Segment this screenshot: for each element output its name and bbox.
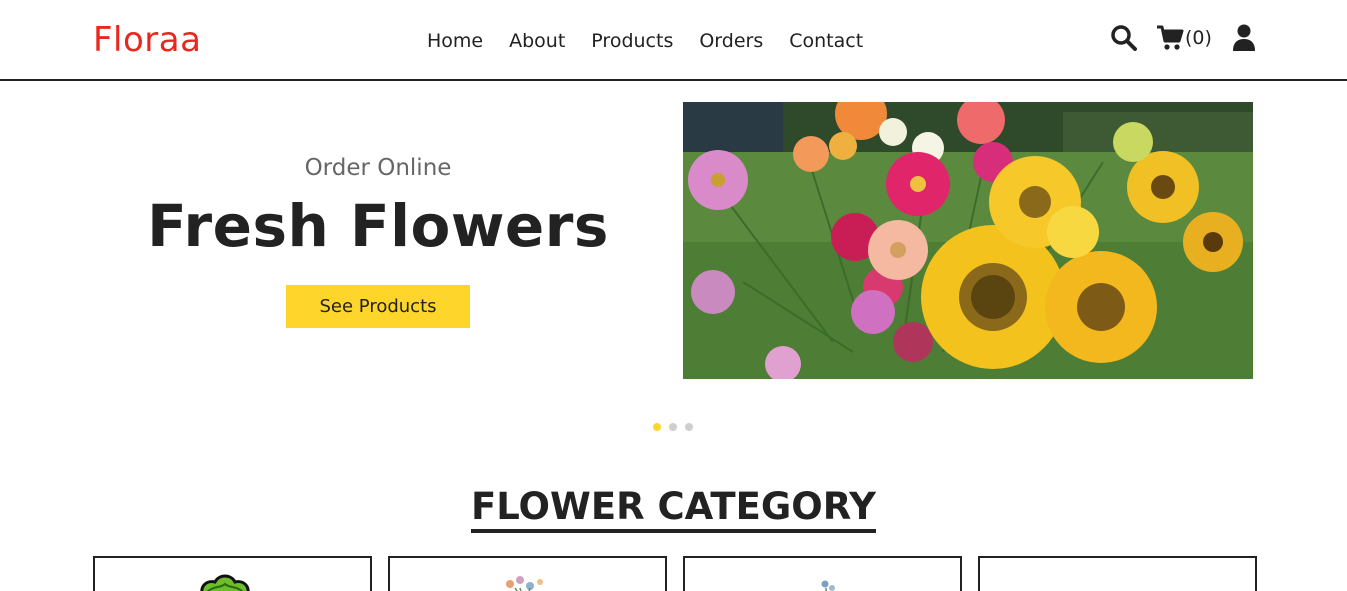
- category-cards: [93, 556, 1257, 591]
- category-card-1[interactable]: [93, 556, 372, 591]
- category-image-3: [821, 580, 835, 591]
- nav-orders[interactable]: Orders: [699, 30, 763, 52]
- category-card-2[interactable]: [388, 556, 667, 591]
- flower-bouquet-image: [683, 102, 1253, 379]
- category-section-title: FLOWER CATEGORY: [0, 487, 1347, 533]
- header-icons: (0): [1110, 24, 1256, 52]
- user-icon[interactable]: [1232, 24, 1256, 52]
- see-products-button[interactable]: See Products: [286, 285, 470, 328]
- nav-home[interactable]: Home: [427, 30, 483, 52]
- category-card-3[interactable]: [683, 556, 962, 591]
- nav-about[interactable]: About: [509, 30, 565, 52]
- main-nav: Home About Products Orders Contact: [427, 30, 863, 52]
- category-card-4[interactable]: [978, 556, 1257, 591]
- hero-subtitle: Order Online: [304, 155, 452, 181]
- cart-button[interactable]: (0): [1156, 25, 1212, 51]
- nav-products[interactable]: Products: [591, 30, 673, 52]
- cart-count: (0): [1185, 27, 1212, 49]
- nav-contact[interactable]: Contact: [789, 30, 863, 52]
- cart-icon: [1157, 25, 1184, 50]
- carousel-dot-3[interactable]: [685, 423, 693, 431]
- site-header: Floraa Home About Products Orders Contac…: [0, 0, 1347, 81]
- carousel-dots: [653, 423, 693, 431]
- category-image-1: [200, 574, 250, 591]
- carousel-dot-2[interactable]: [669, 423, 677, 431]
- brand-logo[interactable]: Floraa: [93, 20, 201, 60]
- search-icon[interactable]: [1110, 24, 1138, 52]
- carousel-dot-1[interactable]: [653, 423, 661, 431]
- category-image-2: [506, 576, 543, 591]
- category-heading: FLOWER CATEGORY: [471, 487, 876, 533]
- hero-title: Fresh Flowers: [147, 192, 609, 260]
